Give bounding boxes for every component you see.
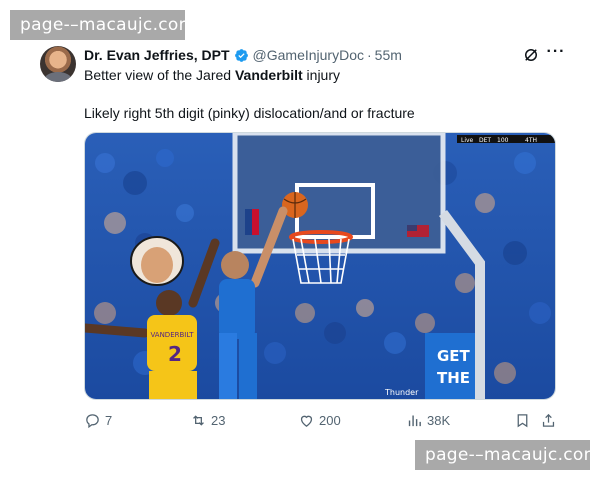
grok-icon[interactable]	[522, 46, 540, 64]
text-bold-name: Vanderbilt	[234, 67, 303, 83]
share-icon	[542, 413, 555, 427]
repost-count: 23	[211, 412, 226, 428]
heart-icon	[300, 415, 313, 427]
separator-dot: ·	[366, 47, 372, 63]
like-button[interactable]: 200	[298, 410, 341, 430]
like-count: 200	[319, 412, 341, 428]
sign-get-text: GET	[437, 347, 471, 365]
sign-the-text: THE	[437, 369, 470, 387]
view-count: 38K	[427, 412, 451, 428]
tweet-text-line-2: Likely right 5th digit (pinky) dislocati…	[84, 105, 415, 121]
jersey-name-label: VANDERBILT	[150, 331, 194, 339]
retweet-icon	[193, 414, 204, 426]
tweet-action-bar: 7 23 200 38K	[84, 410, 556, 432]
tweet-body: Better view of the Jared Vanderbilt inju…	[84, 66, 564, 122]
text-prefix: Better view of the Jared	[84, 67, 235, 83]
more-options-button[interactable]: ···	[546, 44, 566, 64]
reply-count: 7	[105, 412, 113, 428]
share-button[interactable]	[540, 410, 561, 430]
tweet-media-image[interactable]: VANDERBILT 2 GET THE Thunder Live DET 10…	[84, 132, 556, 400]
shirt-thunder-text: Thunder	[384, 388, 419, 397]
tweet-text-line-1: Better view of the Jared Vanderbilt inju…	[84, 66, 564, 84]
avatar[interactable]	[40, 46, 76, 82]
author-display-name[interactable]: Dr. Evan Jeffries, DPT	[84, 47, 230, 63]
watermark-top: page-–macaujc.com	[10, 10, 195, 40]
more-horizontal-icon: ···	[546, 43, 566, 60]
reply-button[interactable]: 7	[84, 410, 112, 430]
author-handle[interactable]: @GameInjuryDoc	[253, 47, 364, 63]
scorebug-live: Live	[461, 137, 474, 144]
text-suffix: injury	[302, 67, 341, 83]
repost-button[interactable]: 23	[190, 410, 225, 430]
watermark-bottom: page-–macaujc.com	[415, 440, 600, 470]
scorebug-period: 4TH	[525, 137, 537, 144]
scorebug-score: 100	[497, 137, 509, 144]
media-scene: VANDERBILT 2 GET THE Thunder Live DET 10…	[85, 133, 555, 399]
reply-icon	[86, 413, 99, 428]
tweet-card[interactable]: Dr. Evan Jeffries, DPT @GameInjuryDoc · …	[30, 38, 570, 438]
views-bar-chart-icon	[408, 415, 421, 426]
tweet-header: Dr. Evan Jeffries, DPT @GameInjuryDoc · …	[84, 45, 402, 65]
bookmark-button[interactable]	[514, 410, 535, 430]
jersey-number-label: 2	[168, 342, 182, 366]
verified-badge-icon	[234, 48, 248, 62]
post-time[interactable]: 55m	[375, 47, 402, 63]
bookmark-icon	[517, 413, 528, 427]
scorebug-team: DET	[479, 137, 491, 144]
views-button[interactable]: 38K	[406, 410, 450, 430]
